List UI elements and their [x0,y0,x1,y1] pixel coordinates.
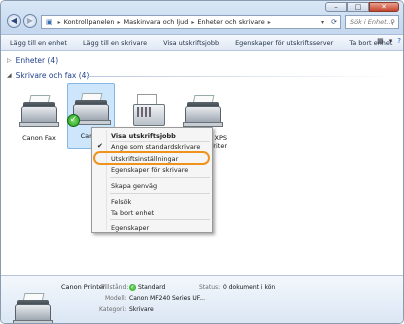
maximize-button[interactable]: □ [347,2,369,12]
window-controls: – □ ✕ [325,2,399,12]
device-name: Canon Printer [61,283,106,291]
fax-printer-icon [17,92,61,132]
category-value: Skrivare [129,306,154,313]
fax-machine-icon [127,92,171,132]
menu-item-printer-properties[interactable]: Egenskaper för skrivare [111,166,188,174]
details-pane: Canon Printer Tillstånd: ✓ Standard Statu… [1,275,403,323]
chevron-right-icon: ▸ [57,18,61,26]
command-bar: Lägg till en enhet Lägg till en skrivare… [1,35,403,51]
view-grid-icon[interactable]: ▦ [377,37,384,45]
group-header-printers[interactable]: ◢ Skrivare och fax (4) [7,71,397,80]
model-label: Modell: [105,295,127,302]
device-label: Canon Fax [22,134,56,142]
status-label: Status: [199,284,221,291]
state-label: Tillstånd: [101,284,129,291]
view-options: ▦ ▾ ? [377,37,401,45]
state-value: ✓ Standard [129,284,166,291]
chevron-right-icon[interactable]: ▸ [268,19,271,26]
refresh-icon[interactable]: ⟳ [331,18,337,26]
menu-item-view-print-jobs[interactable]: Visa utskriftsjobb [111,132,176,140]
category-label: Kategori: [99,306,127,313]
menu-item-properties[interactable]: Egenskaper [111,224,149,232]
menu-item-set-default[interactable]: Ange som standardskrivare [111,143,200,151]
add-device-button[interactable]: Lägg till en enhet [1,39,75,47]
device-tile[interactable]: Canon Fax [15,86,63,142]
model-value: Canon MF240 Series UF... [129,295,205,302]
menu-separator [110,219,210,220]
back-arrow-icon[interactable]: ◀ [7,14,21,28]
close-button[interactable]: ✕ [369,2,399,12]
address-bar[interactable]: ▣ ▸ Kontrollpanelen ▸ Maskinvara och lju… [41,15,341,29]
status-value: 0 dokument i kön [223,284,276,291]
search-placeholder: Sök i Enhet... [350,18,393,26]
navigation-buttons: ◀ ▶ [7,14,37,28]
group-title: Enheter (4) [15,56,59,65]
menu-separator [110,193,210,194]
print-server-properties-button[interactable]: Egenskaper för utskriftsserver [227,39,341,47]
chevron-right-icon[interactable]: ▸ [118,19,121,26]
help-icon[interactable]: ? [397,37,401,45]
title-bar: – □ ✕ ◀ ▶ ▣ ▸ Kontrollpanelen ▸ Maskinva… [1,1,403,35]
chevron-down-icon[interactable]: ▾ [321,19,324,26]
breadcrumb-item[interactable]: Kontrollpanelen [64,18,115,26]
printer-icon [11,290,53,323]
group-header-devices[interactable]: ▷ Enheter (4) [7,56,58,65]
control-panel-icon: ▣ [46,18,53,26]
group-divider [87,76,397,77]
forward-arrow-icon[interactable]: ▶ [23,14,37,28]
printer-icon: ✓ [67,90,113,130]
menu-item-remove-device[interactable]: Ta bort enhet [111,209,154,217]
status-check-icon: ✓ [129,284,136,291]
chevron-right-icon[interactable]: ▸ [191,19,194,26]
menu-item-create-shortcut[interactable]: Skapa genväg [111,182,157,190]
default-check-icon: ✓ [67,114,80,127]
context-menu: Visa utskriftsjobb ✔ Ange som standardsk… [91,127,213,233]
devices-and-printers-window: – □ ✕ ◀ ▶ ▣ ▸ Kontrollpanelen ▸ Maskinva… [0,0,404,324]
search-icon[interactable]: ⚲ [390,16,395,28]
breadcrumb-item[interactable]: Enheter och skrivare [197,18,264,26]
minimize-button[interactable]: – [325,2,347,12]
menu-item-troubleshoot[interactable]: Felsök [111,198,131,206]
add-printer-button[interactable]: Lägg till en skrivare [75,39,155,47]
menu-separator [110,141,210,142]
printer-icon [181,92,225,132]
menu-gutter [106,130,107,230]
collapse-arrow-icon[interactable]: ◢ [7,72,12,79]
chevron-down-icon[interactable]: ▾ [389,37,393,45]
expand-arrow-icon[interactable]: ▷ [7,57,12,64]
checkmark-icon: ✔ [97,142,103,150]
search-input[interactable]: Sök i Enhet... ⚲ [345,15,399,29]
group-title: Skrivare och fax (4) [15,71,90,80]
highlight-callout [93,151,210,165]
menu-separator [110,177,210,178]
breadcrumb-item[interactable]: Maskinvara och ljud [124,18,189,26]
view-print-jobs-button[interactable]: Visa utskriftsjobb [155,39,227,47]
